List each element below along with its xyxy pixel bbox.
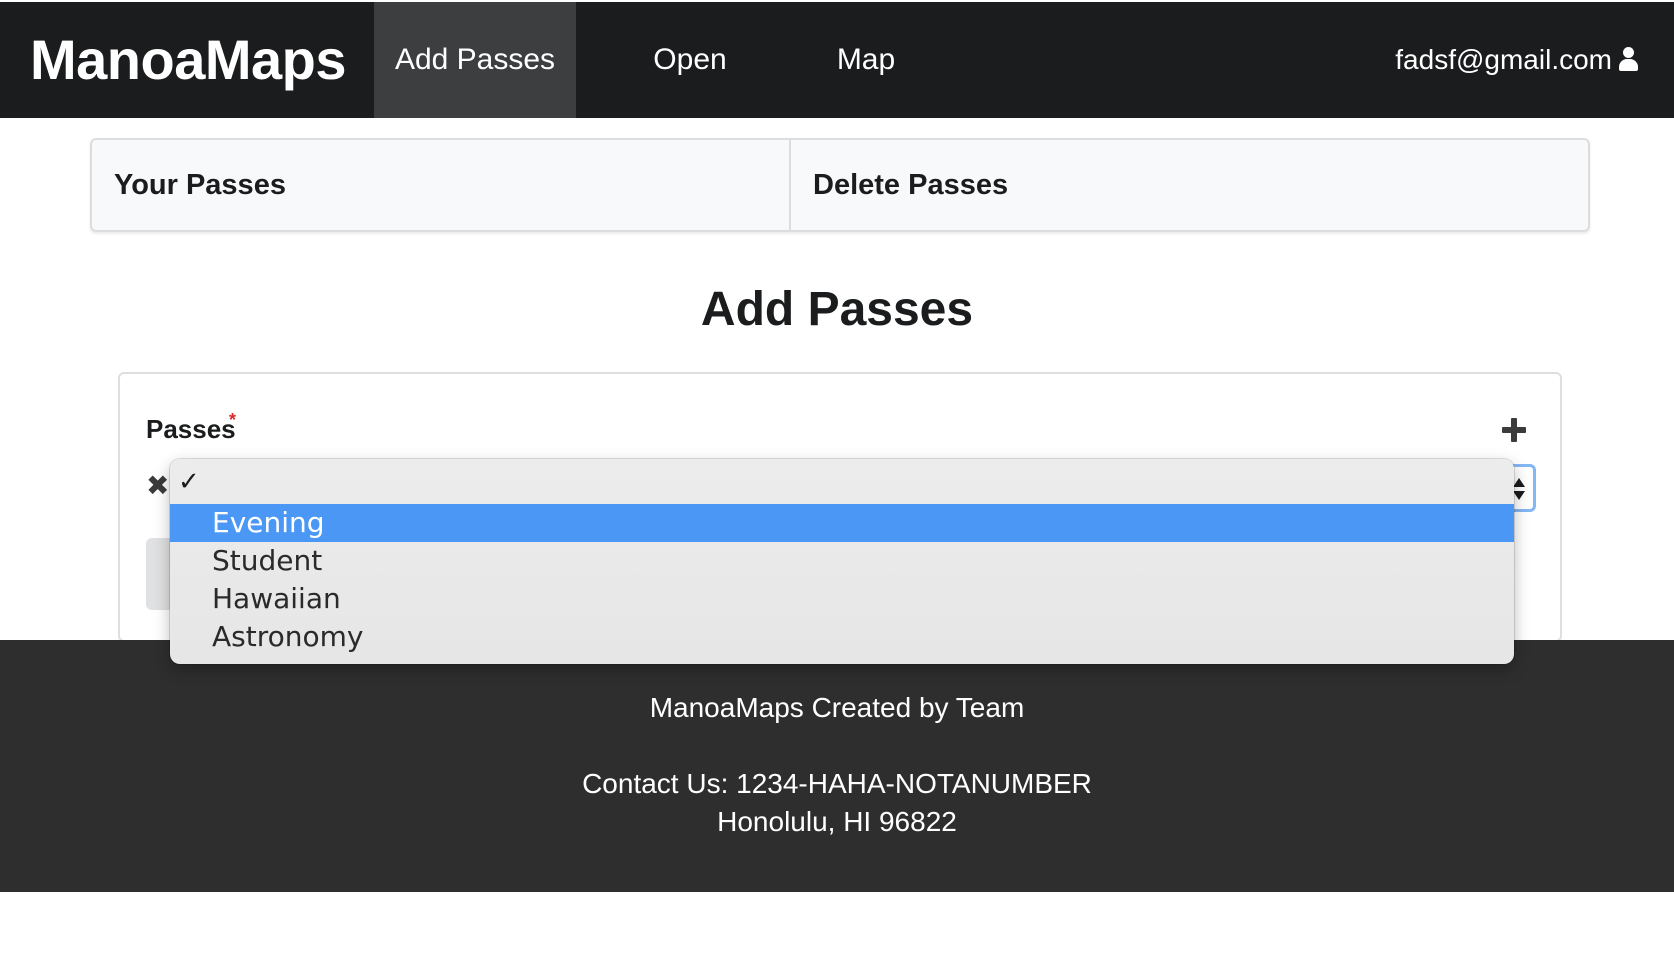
nav-add-passes[interactable]: Add Passes [374, 2, 576, 118]
submenu-delete-passes[interactable]: Delete Passes [791, 140, 1588, 230]
passes-submenu: Your Passes Delete Passes [90, 138, 1590, 232]
page-title: Add Passes [700, 283, 974, 336]
top-navbar: ManoaMaps Add Passes Open Parking Map fa… [0, 2, 1674, 192]
nav-open-parking[interactable]: Open Parking [606, 2, 774, 192]
user-menu[interactable]: fadsf@gmail.com [1395, 2, 1638, 118]
dropdown-option-hawaiian[interactable]: Hawaiian [170, 580, 1514, 618]
select-arrows-icon [1513, 478, 1525, 502]
dropdown-option-astronomy[interactable]: Astronomy [170, 618, 1514, 656]
page-footer: ManoaMaps Created by Team Contact Us: 12… [0, 640, 1674, 892]
brand-logo[interactable]: ManoaMaps [30, 2, 347, 118]
submenu-your-passes[interactable]: Your Passes [92, 140, 791, 230]
checkmark-icon: ✓ [178, 467, 200, 497]
user-email: fadsf@gmail.com [1395, 44, 1612, 75]
pass-select-dropdown: ✓ Evening Student Hawaiian Astronomy [170, 459, 1514, 664]
footer-credit: ManoaMaps Created by Team [649, 692, 1025, 723]
required-marker: * [229, 410, 237, 430]
dropdown-option-evening[interactable]: Evening [170, 504, 1514, 542]
close-icon[interactable]: ✖ [146, 472, 169, 500]
dropdown-option-student[interactable]: Student [170, 542, 1514, 580]
dropdown-empty-option[interactable]: ✓ [170, 459, 1514, 504]
nav-map[interactable]: Map [835, 2, 897, 118]
plus-icon[interactable] [1500, 416, 1528, 444]
footer-address: Honolulu, HI 96822 [717, 806, 957, 837]
user-icon [1618, 46, 1638, 71]
footer-contact: Contact Us: 1234-HAHA-NOTANUMBER [582, 768, 1092, 799]
passes-field-label: Passes [146, 414, 236, 444]
